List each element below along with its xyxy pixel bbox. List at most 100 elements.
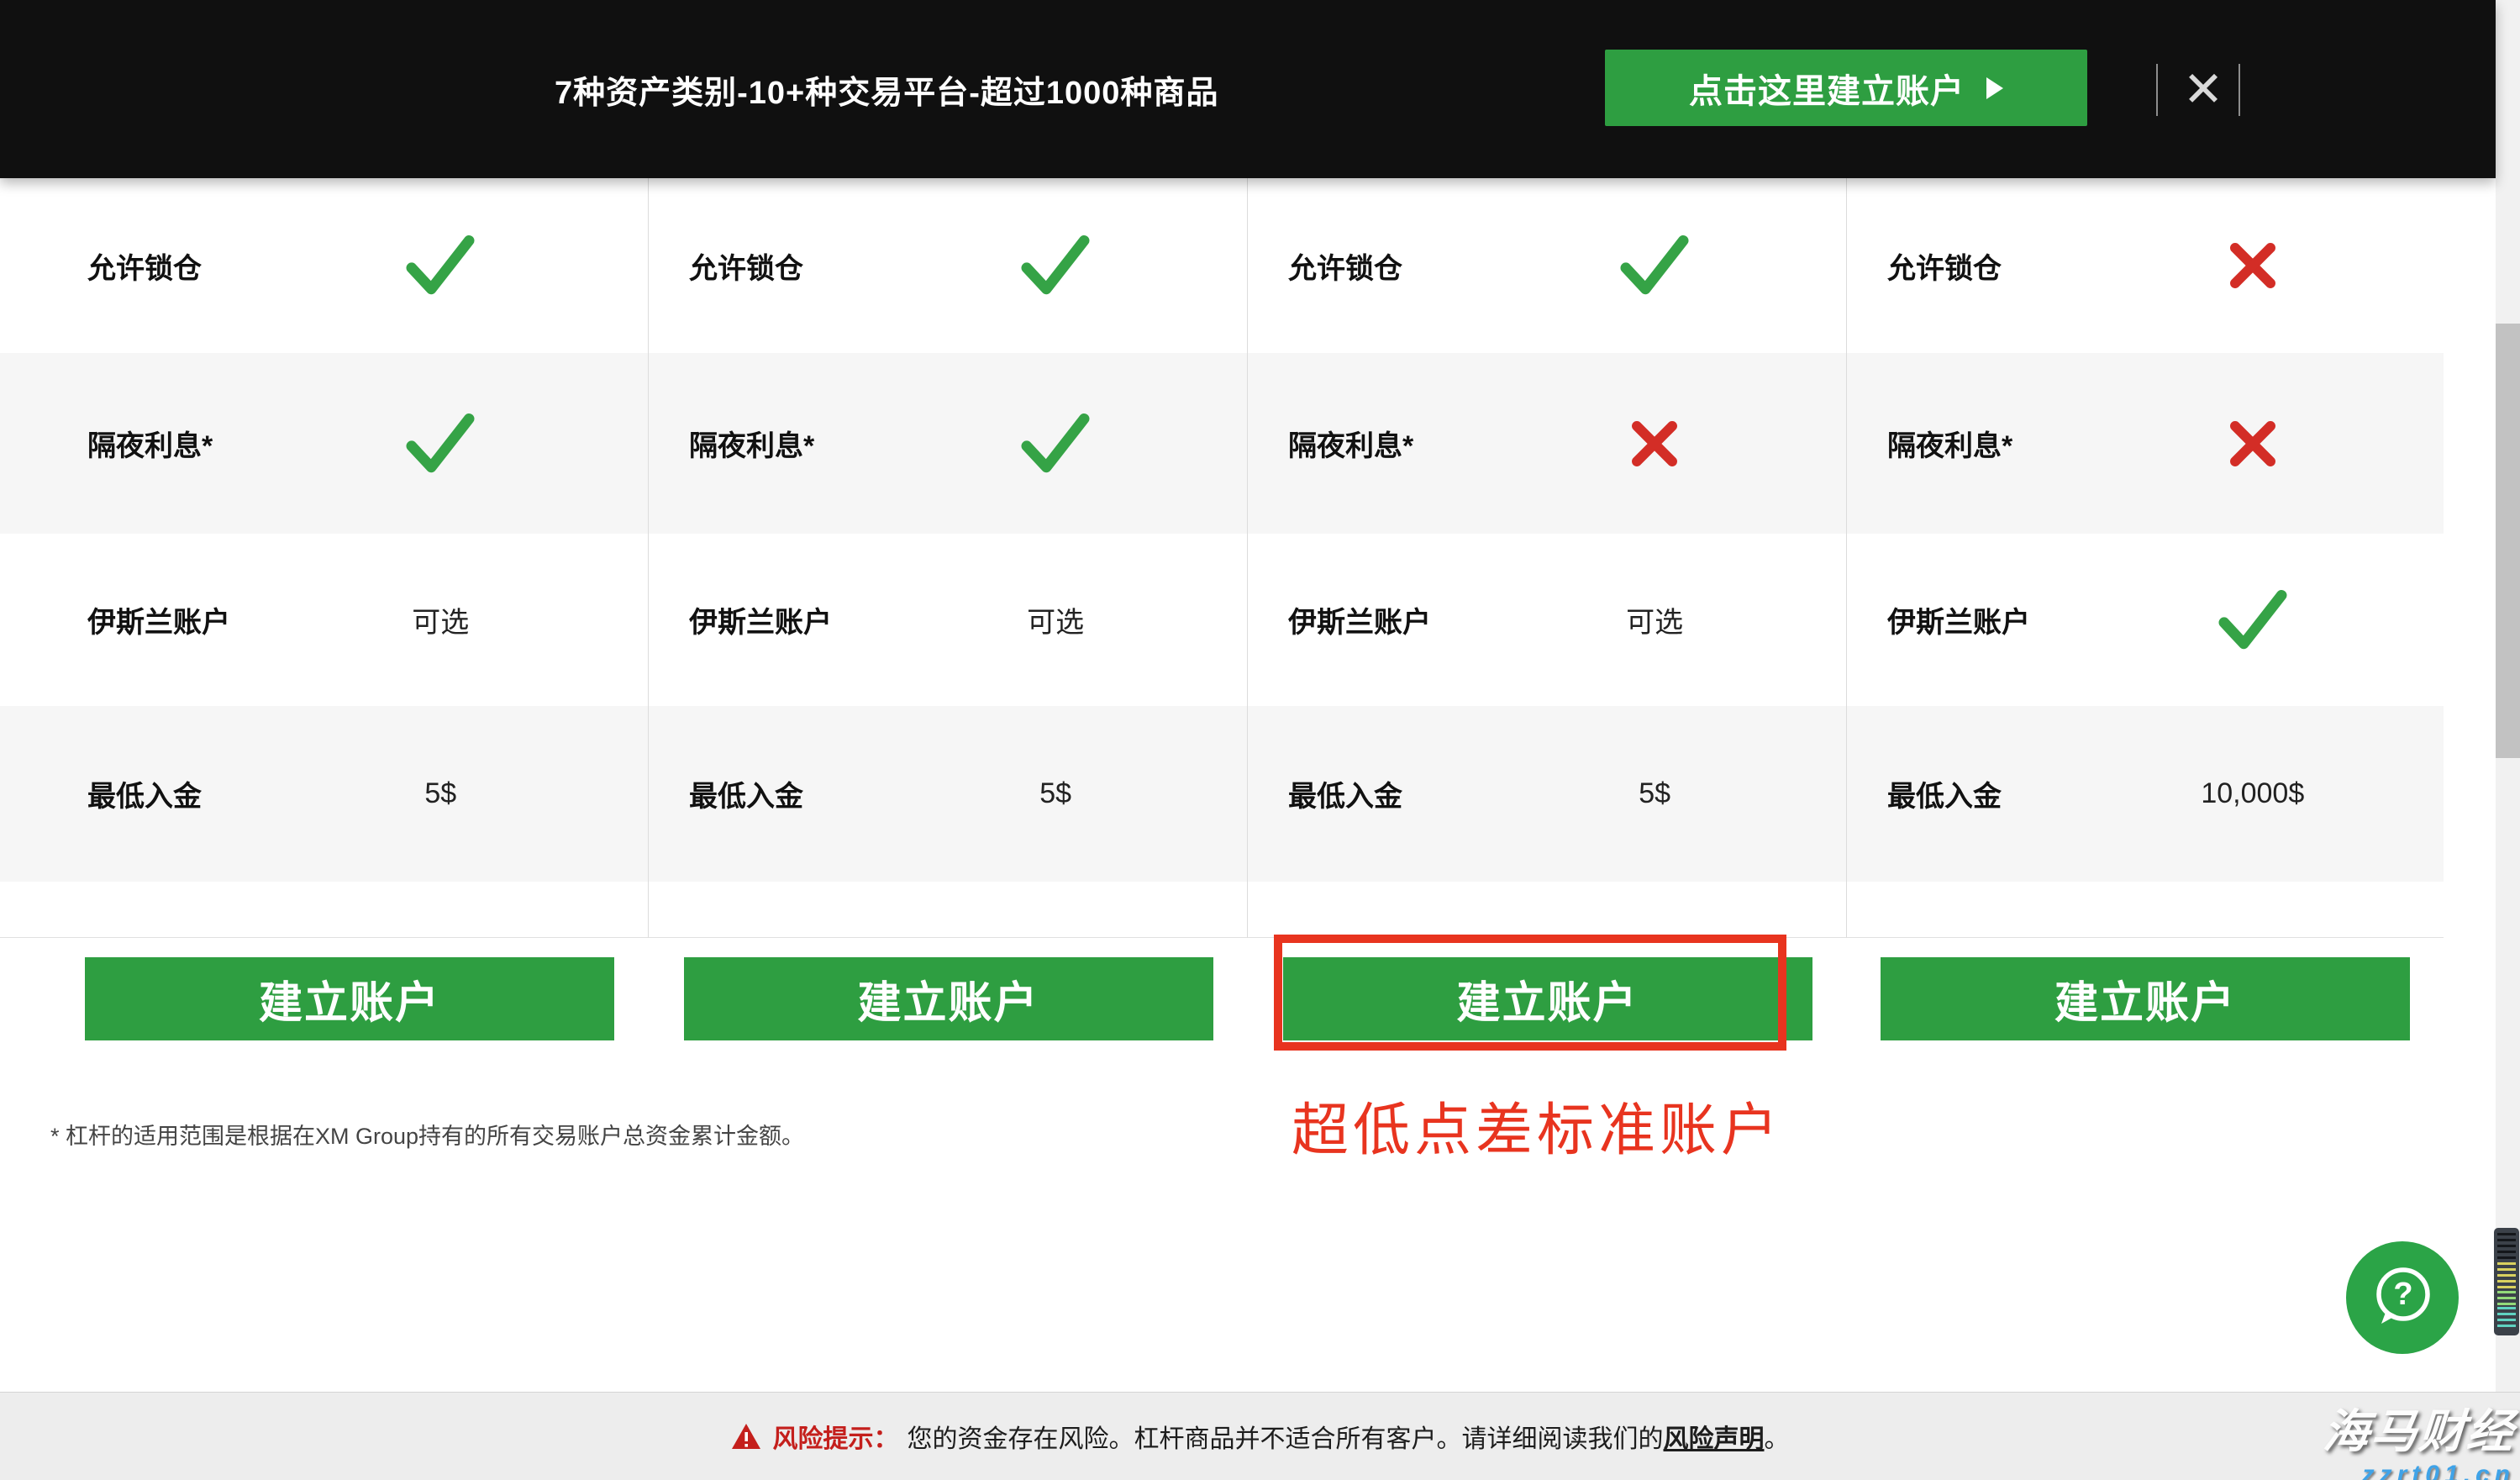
cell-text: 5$ — [1639, 777, 1670, 810]
table-cell: 允许锁仓 — [1847, 178, 2444, 353]
cell-value — [936, 409, 1176, 478]
banner-separator — [2156, 64, 2158, 116]
create-account-button-1[interactable]: 建立账户 — [85, 957, 614, 1040]
cross-icon — [2226, 239, 2280, 292]
minimap-stripes-green — [2497, 1291, 2516, 1308]
promo-banner: 7种资产类别-10+种交易平台-超过1000种商品 点击这里建立账户 ✕ — [0, 0, 2496, 178]
close-icon: ✕ — [2183, 61, 2224, 118]
row-label: 最低入金 — [689, 773, 803, 814]
table-cell: 伊斯兰账户 可选 — [649, 534, 1248, 706]
minimap-stripes-teal — [2497, 1307, 2516, 1330]
check-icon — [402, 231, 478, 300]
table-cell: 隔夜利息* — [1248, 353, 1847, 534]
ultra-low-spread-annotation: 超低点差标准账户 — [1292, 1101, 1782, 1161]
row-label: 伊斯兰账户 — [87, 599, 230, 640]
risk-warning-label: 风险提示： — [773, 1418, 899, 1455]
row-label: 允许锁仓 — [1887, 245, 2002, 287]
row-label: 允许锁仓 — [689, 245, 803, 287]
cell-text: 5$ — [1039, 777, 1071, 810]
table-cell: 允许锁仓 — [1248, 178, 1847, 353]
check-icon — [2215, 586, 2291, 655]
help-bubble-icon: ? — [2366, 1261, 2438, 1334]
account-comparison-table: 允许锁仓 允许锁仓 允许锁仓 允许锁仓 — [0, 178, 2444, 1109]
cell-value — [311, 409, 570, 478]
cell-text: 可选 — [1027, 599, 1084, 640]
row-label: 隔夜利息* — [1887, 423, 2012, 464]
cell-value — [2133, 417, 2372, 471]
scrollbar-thumb[interactable] — [2496, 324, 2520, 758]
minimap-stripes-dark — [2497, 1233, 2516, 1262]
page: 7种资产类别-10+种交易平台-超过1000种商品 点击这里建立账户 ✕ 允许锁… — [0, 0, 2520, 1480]
cell-value — [2133, 239, 2372, 292]
cell-text: 5$ — [424, 777, 456, 810]
check-icon — [1018, 231, 1093, 300]
row-label: 伊斯兰账户 — [689, 599, 832, 640]
table-spacer — [649, 882, 1248, 938]
cell-value: 可选 — [311, 599, 570, 640]
row-label: 最低入金 — [87, 773, 202, 814]
table-cell: 最低入金 5$ — [0, 706, 649, 882]
cell-value: 5$ — [936, 777, 1176, 810]
cell-text: 可选 — [1626, 599, 1683, 640]
table-cell: 允许锁仓 — [649, 178, 1248, 353]
risk-text-suffix: 。 — [1765, 1418, 1790, 1455]
row-label: 隔夜利息* — [689, 423, 814, 464]
cell-value: 5$ — [1535, 777, 1775, 810]
leverage-footnote: * 杠杆的适用范围是根据在XM Group持有的所有交易账户总资金累计金额。 — [50, 1118, 804, 1151]
help-button[interactable]: ? — [2346, 1241, 2459, 1354]
create-account-button-4[interactable]: 建立账户 — [1881, 957, 2410, 1040]
table-spacer — [0, 882, 649, 938]
create-account-button-2[interactable]: 建立账户 — [684, 957, 1213, 1040]
table-cell: 伊斯兰账户 — [1847, 534, 2444, 706]
table-cell: 隔夜利息* — [649, 353, 1248, 534]
create-account-button-3[interactable]: 建立账户 — [1283, 957, 1812, 1040]
table-button-cell: 建立账户 — [1248, 938, 1847, 1109]
cell-value — [936, 231, 1176, 300]
table-cell: 隔夜利息* — [0, 353, 649, 534]
banner-separator — [2239, 64, 2240, 116]
warning-icon — [731, 1423, 761, 1451]
row-label: 伊斯兰账户 — [1887, 599, 2030, 640]
cta-arrow-icon — [1986, 77, 2003, 99]
table-spacer — [1248, 882, 1847, 938]
open-account-cta-button[interactable]: 点击这里建立账户 — [1605, 50, 2087, 126]
table-spacer — [1847, 882, 2444, 938]
check-icon — [1617, 231, 1692, 300]
cross-icon — [2226, 417, 2280, 471]
cell-value: 10,000$ — [2133, 777, 2372, 810]
scroll-minimap-marker — [2494, 1228, 2519, 1335]
row-label: 最低入金 — [1288, 773, 1402, 814]
cell-value — [2133, 586, 2372, 655]
risk-text: 您的资金存在风险。杠杆商品并不适合所有客户。请详细阅读我们的 — [908, 1418, 1664, 1455]
cell-value — [1535, 231, 1775, 300]
cell-text: 可选 — [412, 599, 469, 640]
row-label: 允许锁仓 — [1288, 245, 1402, 287]
minimap-stripes-yellow — [2497, 1262, 2516, 1290]
cell-value — [311, 231, 570, 300]
table-button-cell: 建立账户 — [1847, 938, 2444, 1109]
risk-statement-link[interactable]: 风险声明 — [1664, 1418, 1765, 1455]
table-button-cell: 建立账户 — [649, 938, 1248, 1109]
check-icon — [402, 409, 478, 478]
table-button-cell: 建立账户 — [0, 938, 649, 1109]
table-cell: 最低入金 5$ — [1248, 706, 1847, 882]
close-banner-button[interactable]: ✕ — [2175, 57, 2232, 121]
row-label: 最低入金 — [1887, 773, 2002, 814]
table-cell: 最低入金 10,000$ — [1847, 706, 2444, 882]
row-label: 允许锁仓 — [87, 245, 202, 287]
cell-text: 10,000$ — [2201, 777, 2304, 810]
svg-text:?: ? — [2393, 1277, 2412, 1312]
row-label: 隔夜利息* — [87, 423, 213, 464]
row-label: 隔夜利息* — [1288, 423, 1413, 464]
check-icon — [1018, 409, 1093, 478]
table-cell: 隔夜利息* — [1847, 353, 2444, 534]
cell-value: 可选 — [936, 599, 1176, 640]
cross-icon — [1628, 417, 1681, 471]
table-cell: 伊斯兰账户 可选 — [1248, 534, 1847, 706]
promo-banner-title: 7种资产类别-10+种交易平台-超过1000种商品 — [555, 0, 1218, 178]
table-cell: 允许锁仓 — [0, 178, 649, 353]
cell-value: 5$ — [311, 777, 570, 810]
table-cell: 最低入金 5$ — [649, 706, 1248, 882]
row-label: 伊斯兰账户 — [1288, 599, 1431, 640]
cell-value — [1535, 417, 1775, 471]
